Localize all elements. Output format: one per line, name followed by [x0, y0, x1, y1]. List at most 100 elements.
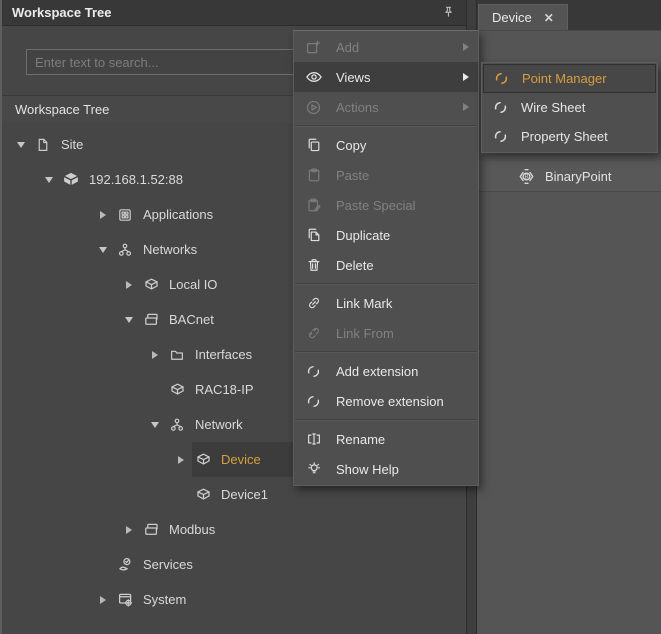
- menu-item-copy[interactable]: Copy: [294, 130, 478, 160]
- menu-item-paste-special: Paste Special: [294, 190, 478, 220]
- tree-item-services[interactable]: Services: [2, 547, 466, 582]
- close-icon[interactable]: ✕: [544, 11, 554, 25]
- menu-item-remove-extension[interactable]: Remove extension: [294, 386, 478, 416]
- expand-arrow-icon[interactable]: [92, 204, 114, 226]
- tree-arrow-spacer: [92, 554, 114, 576]
- tree-item-label: RAC18-IP: [195, 382, 254, 397]
- extension-icon: [304, 394, 323, 409]
- tree-item-label: Modbus: [169, 522, 215, 537]
- tree-arrow-spacer: [144, 379, 166, 401]
- network-icon: [166, 417, 188, 433]
- tree-arrow-spacer: [170, 484, 192, 506]
- collapse-arrow-icon[interactable]: [92, 239, 114, 261]
- server-icon: [60, 171, 82, 189]
- menu-item-show-help[interactable]: Show Help: [294, 454, 478, 484]
- pin-icon[interactable]: [441, 5, 456, 20]
- copy-icon: [304, 137, 323, 153]
- menu-item-duplicate[interactable]: Duplicate: [294, 220, 478, 250]
- device-cube-icon: [140, 276, 162, 293]
- menu-separator: [295, 125, 477, 127]
- collapse-arrow-icon[interactable]: [118, 309, 140, 331]
- svg-text:B: B: [524, 174, 528, 180]
- collapse-arrow-icon[interactable]: [38, 169, 60, 191]
- view-spinner-icon: [491, 129, 509, 144]
- help-bulb-icon: [304, 461, 323, 477]
- system-icon: [114, 591, 136, 608]
- applications-icon: [114, 207, 136, 223]
- tree-item-label: Local IO: [169, 277, 217, 292]
- list-item-label: BinaryPoint: [545, 169, 611, 184]
- binary-point-icon: B: [517, 167, 536, 186]
- device-cube-icon: [192, 451, 214, 468]
- eye-icon: [304, 68, 323, 86]
- workspace-tree-title: Workspace Tree: [12, 5, 111, 20]
- app-window: Workspace Tree Workspace Tree Site: [0, 0, 661, 634]
- tree-item-label: System: [143, 592, 186, 607]
- folder-icon: [166, 347, 188, 363]
- context-menu: Add Views Actions Copy Paste: [293, 30, 479, 486]
- services-icon: [114, 556, 136, 573]
- tree-item-label: Site: [61, 137, 83, 152]
- tree-item-label: Applications: [143, 207, 213, 222]
- paste-special-icon: [304, 197, 323, 213]
- expand-arrow-icon[interactable]: [92, 589, 114, 611]
- menu-item-add-extension[interactable]: Add extension: [294, 356, 478, 386]
- expand-arrow-icon[interactable]: [118, 519, 140, 541]
- collapse-arrow-icon[interactable]: [144, 414, 166, 436]
- submenu-arrow-icon: [463, 43, 469, 51]
- submenu-arrow-icon: [463, 73, 469, 81]
- list-item-binarypoint[interactable]: B BinaryPoint: [477, 161, 661, 192]
- menu-item-link-from: Link From: [294, 318, 478, 348]
- tab-label: Device: [492, 10, 532, 25]
- menu-item-delete[interactable]: Delete: [294, 250, 478, 280]
- submenu-item-property-sheet[interactable]: Property Sheet: [483, 122, 656, 151]
- submenu-item-wire-sheet[interactable]: Wire Sheet: [483, 93, 656, 122]
- tree-item-label: Network: [195, 417, 243, 432]
- tree-item-label: Device1: [221, 487, 268, 502]
- tree-item-label: Device: [221, 452, 261, 467]
- link-broken-icon: [304, 325, 323, 341]
- document-icon: [32, 137, 54, 153]
- play-circle-icon: [304, 99, 323, 116]
- trash-icon: [304, 257, 323, 273]
- expand-arrow-icon[interactable]: [144, 344, 166, 366]
- tree-item-modbus[interactable]: Modbus: [2, 512, 466, 547]
- stack-icon: [140, 311, 162, 328]
- menu-separator: [295, 283, 477, 285]
- expand-arrow-icon[interactable]: [170, 449, 192, 471]
- menu-separator: [295, 351, 477, 353]
- submenu-item-point-manager[interactable]: Point Manager: [483, 64, 656, 93]
- menu-item-add: Add: [294, 32, 478, 62]
- menu-item-link-mark[interactable]: Link Mark: [294, 288, 478, 318]
- menu-item-rename[interactable]: Rename: [294, 424, 478, 454]
- extension-icon: [304, 364, 323, 379]
- stack-icon: [140, 521, 162, 538]
- tree-item-label: BACnet: [169, 312, 214, 327]
- menu-item-actions: Actions: [294, 92, 478, 122]
- collapse-arrow-icon[interactable]: [10, 134, 32, 156]
- tree-item-system[interactable]: System: [2, 582, 466, 617]
- add-icon: [304, 39, 323, 56]
- menu-separator: [295, 419, 477, 421]
- paste-icon: [304, 167, 323, 183]
- tree-section-title: Workspace Tree: [15, 102, 109, 117]
- tree-item-label: Services: [143, 557, 193, 572]
- view-spinner-icon: [491, 100, 509, 115]
- tree-item-label: 192.168.1.52:88: [89, 172, 183, 187]
- workspace-tree-header: Workspace Tree: [2, 0, 466, 26]
- tree-item-label: Interfaces: [195, 347, 252, 362]
- submenu-arrow-icon: [463, 103, 469, 111]
- rename-icon: [304, 431, 323, 447]
- tab-device[interactable]: Device ✕: [478, 4, 568, 30]
- views-submenu: Point Manager Wire Sheet Property Sheet: [481, 62, 658, 153]
- view-spinner-icon: [492, 71, 510, 86]
- device-cube-icon: [166, 381, 188, 398]
- network-icon: [114, 242, 136, 258]
- tab-bar: Device ✕: [477, 0, 661, 31]
- tree-item-label: Networks: [143, 242, 197, 257]
- menu-item-paste: Paste: [294, 160, 478, 190]
- device-cube-icon: [192, 486, 214, 503]
- expand-arrow-icon[interactable]: [118, 274, 140, 296]
- link-icon: [304, 295, 323, 311]
- menu-item-views[interactable]: Views: [294, 62, 478, 92]
